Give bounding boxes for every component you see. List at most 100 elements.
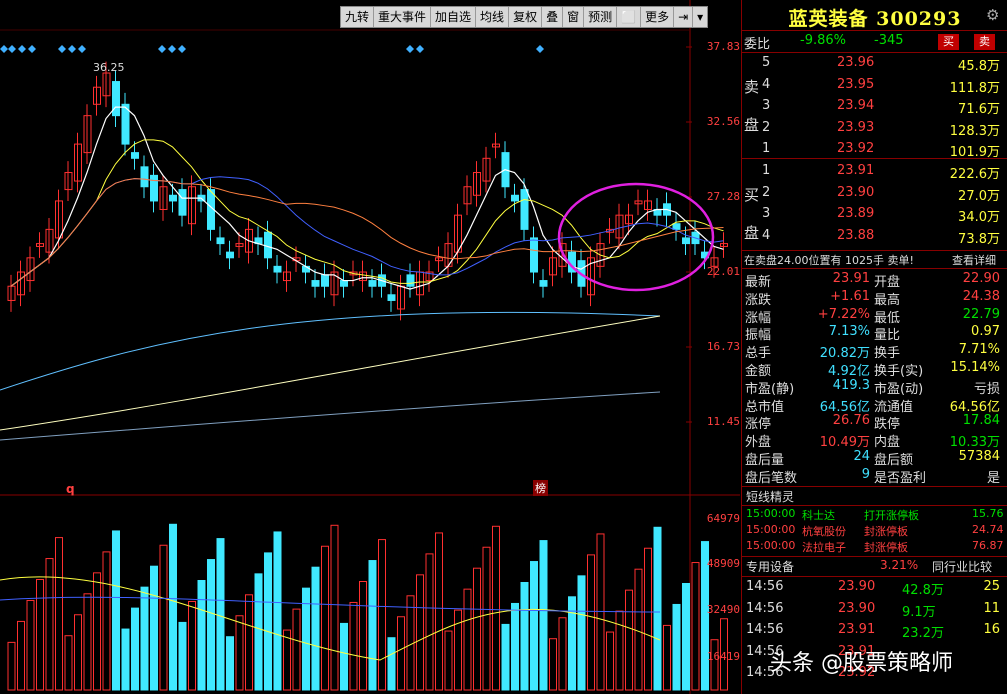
toolbar-item[interactable]: ⬜ [617, 7, 642, 27]
volume-bar [682, 582, 690, 691]
weibi-pct: -9.86% [800, 33, 846, 48]
toolbar-item[interactable]: 重大事件 [374, 7, 432, 27]
kline-chart[interactable] [0, 0, 740, 694]
buy-button[interactable]: 买 [938, 34, 959, 50]
toolbar-item[interactable]: ⇥ [674, 7, 694, 27]
ask-volume: 45.8万 [958, 59, 1000, 74]
volume-bar [644, 547, 652, 691]
toolbar-item[interactable]: 均线 [476, 7, 510, 27]
ask-price: 23.92 [837, 141, 875, 156]
buy-level-row: 3 23.89 34.0万 [742, 206, 1007, 225]
stat-row: 盘后笔数 9 是否盈利 是 [742, 466, 1007, 486]
weibi-row: 委比 -9.86% -345 买 卖 [742, 33, 1007, 52]
industry-compare[interactable]: 同行业比较 [932, 558, 992, 575]
level: 5 [762, 55, 771, 70]
volume-tick: 16419 [706, 650, 740, 663]
volume-bar [625, 589, 633, 691]
signal-diamond [406, 45, 414, 53]
toolbar-item[interactable]: 复权 [509, 7, 543, 27]
signal-diamond [0, 45, 8, 53]
level: 1 [762, 163, 771, 178]
volume-bar [511, 602, 519, 691]
stat-value: 亏损 [973, 381, 1000, 397]
gear-icon[interactable]: ⚙ [986, 6, 1002, 24]
volume-bar [254, 573, 263, 691]
stat-value: 57384 [958, 449, 1000, 464]
volume-bar [93, 572, 101, 691]
order-notice-text: 在卖盘24.00位置有 1025手 卖单! [744, 254, 914, 267]
candle-body [682, 237, 690, 245]
volume-bar [207, 559, 215, 691]
volume-bar [634, 568, 643, 691]
bid-price: 23.88 [837, 227, 875, 243]
volume-bar [55, 537, 63, 691]
volume-bar [273, 531, 282, 691]
short-line-item[interactable]: 15:00:00 法拉电子 封涨停板 76.87 [742, 539, 1007, 557]
candle-body [226, 251, 234, 259]
short-line-name: 科士达 [802, 509, 835, 522]
kline-chart-area[interactable]: 九转 重大事件 加自选 均线 复权叠窗预测 ⬜ 更多 ⇥ ▾ 37.83 32.56 27.28… [0, 0, 740, 694]
volume-bar [558, 617, 567, 691]
short-line-val: 76.87 [972, 539, 1004, 552]
signal-diamond [18, 45, 26, 53]
vol-ma-line [0, 596, 661, 613]
tick-volume: 23.2万 [902, 626, 944, 641]
toolbar-item[interactable]: 九转 [341, 7, 375, 27]
volume-bar [463, 588, 472, 691]
buy-level-row: 1 23.91 222.6万 [742, 163, 1007, 182]
volume-bar [378, 539, 386, 691]
volume-bar [264, 552, 272, 691]
bid-volume: 27.0万 [958, 188, 1000, 204]
toolbar-item[interactable]: 更多 [641, 7, 675, 27]
signal-diamond [168, 45, 176, 53]
tick-time: 14:56 [746, 579, 784, 594]
toolbar-item[interactable]: 预测 [584, 7, 618, 27]
volume-bar [216, 538, 225, 691]
industry-name[interactable]: 专用设备 [746, 558, 794, 575]
volume-bar [17, 620, 25, 691]
bid-volume: 73.8万 [958, 231, 1000, 247]
candle-body [311, 280, 320, 287]
ask-volume: 71.6万 [958, 102, 1000, 117]
candle-body [178, 189, 187, 216]
stat-value: 24 [853, 449, 870, 464]
toolbar-item[interactable]: 加自选 [431, 7, 477, 27]
stat-label: 外盘 [745, 435, 772, 451]
tick-volume: 9.1万 [902, 604, 936, 620]
stat-label: 金额 [745, 364, 772, 379]
volume-bar [45, 558, 54, 691]
stat-value: 9 [861, 466, 870, 482]
price-tick: 37.83 [706, 40, 740, 53]
stat-label: 盘后额 [874, 453, 914, 468]
candle-body [511, 194, 519, 202]
toolbar-item[interactable]: ▾ [693, 7, 707, 27]
volume-bar [121, 628, 130, 691]
stat-label: 振幅 [745, 328, 772, 344]
volume-bar [159, 544, 168, 691]
volume-bar [710, 639, 719, 691]
ma250-line [0, 391, 661, 441]
stat-row: 涨停 26.76 跌停 17.84 [742, 413, 1007, 433]
stat-label: 最新 [745, 275, 772, 290]
bid-volume: 222.6万 [949, 167, 1000, 182]
buy-level-row: 2 23.90 27.0万 [742, 185, 1007, 204]
candle-body [321, 274, 329, 287]
bang-marker[interactable]: 榜 [533, 480, 548, 496]
short-line-title[interactable]: 短线精灵 [746, 488, 794, 505]
q-marker: q [66, 482, 75, 496]
toolbar-item[interactable]: 窗 [563, 7, 585, 27]
ask-volume: 111.8万 [949, 80, 1000, 96]
stat-row: 最新 23.91 开盘 22.90 [742, 271, 1007, 290]
candle-body [530, 237, 538, 273]
candle-body [169, 194, 177, 202]
stat-value: 419.3 [832, 377, 870, 393]
tick-price: 23.91 [838, 622, 876, 637]
stat-label: 跌停 [874, 417, 901, 433]
short-line-name: 杭氧股份 [802, 525, 846, 538]
stat-value: 20.82万 [819, 346, 870, 362]
order-notice-link[interactable]: 查看详细 [952, 252, 996, 268]
stat-label: 最低 [874, 310, 901, 326]
toolbar-item[interactable]: 叠 [542, 7, 564, 27]
sell-button[interactable]: 卖 [974, 34, 995, 50]
sell-level-row: 3 23.94 71.6万 [742, 98, 1007, 117]
